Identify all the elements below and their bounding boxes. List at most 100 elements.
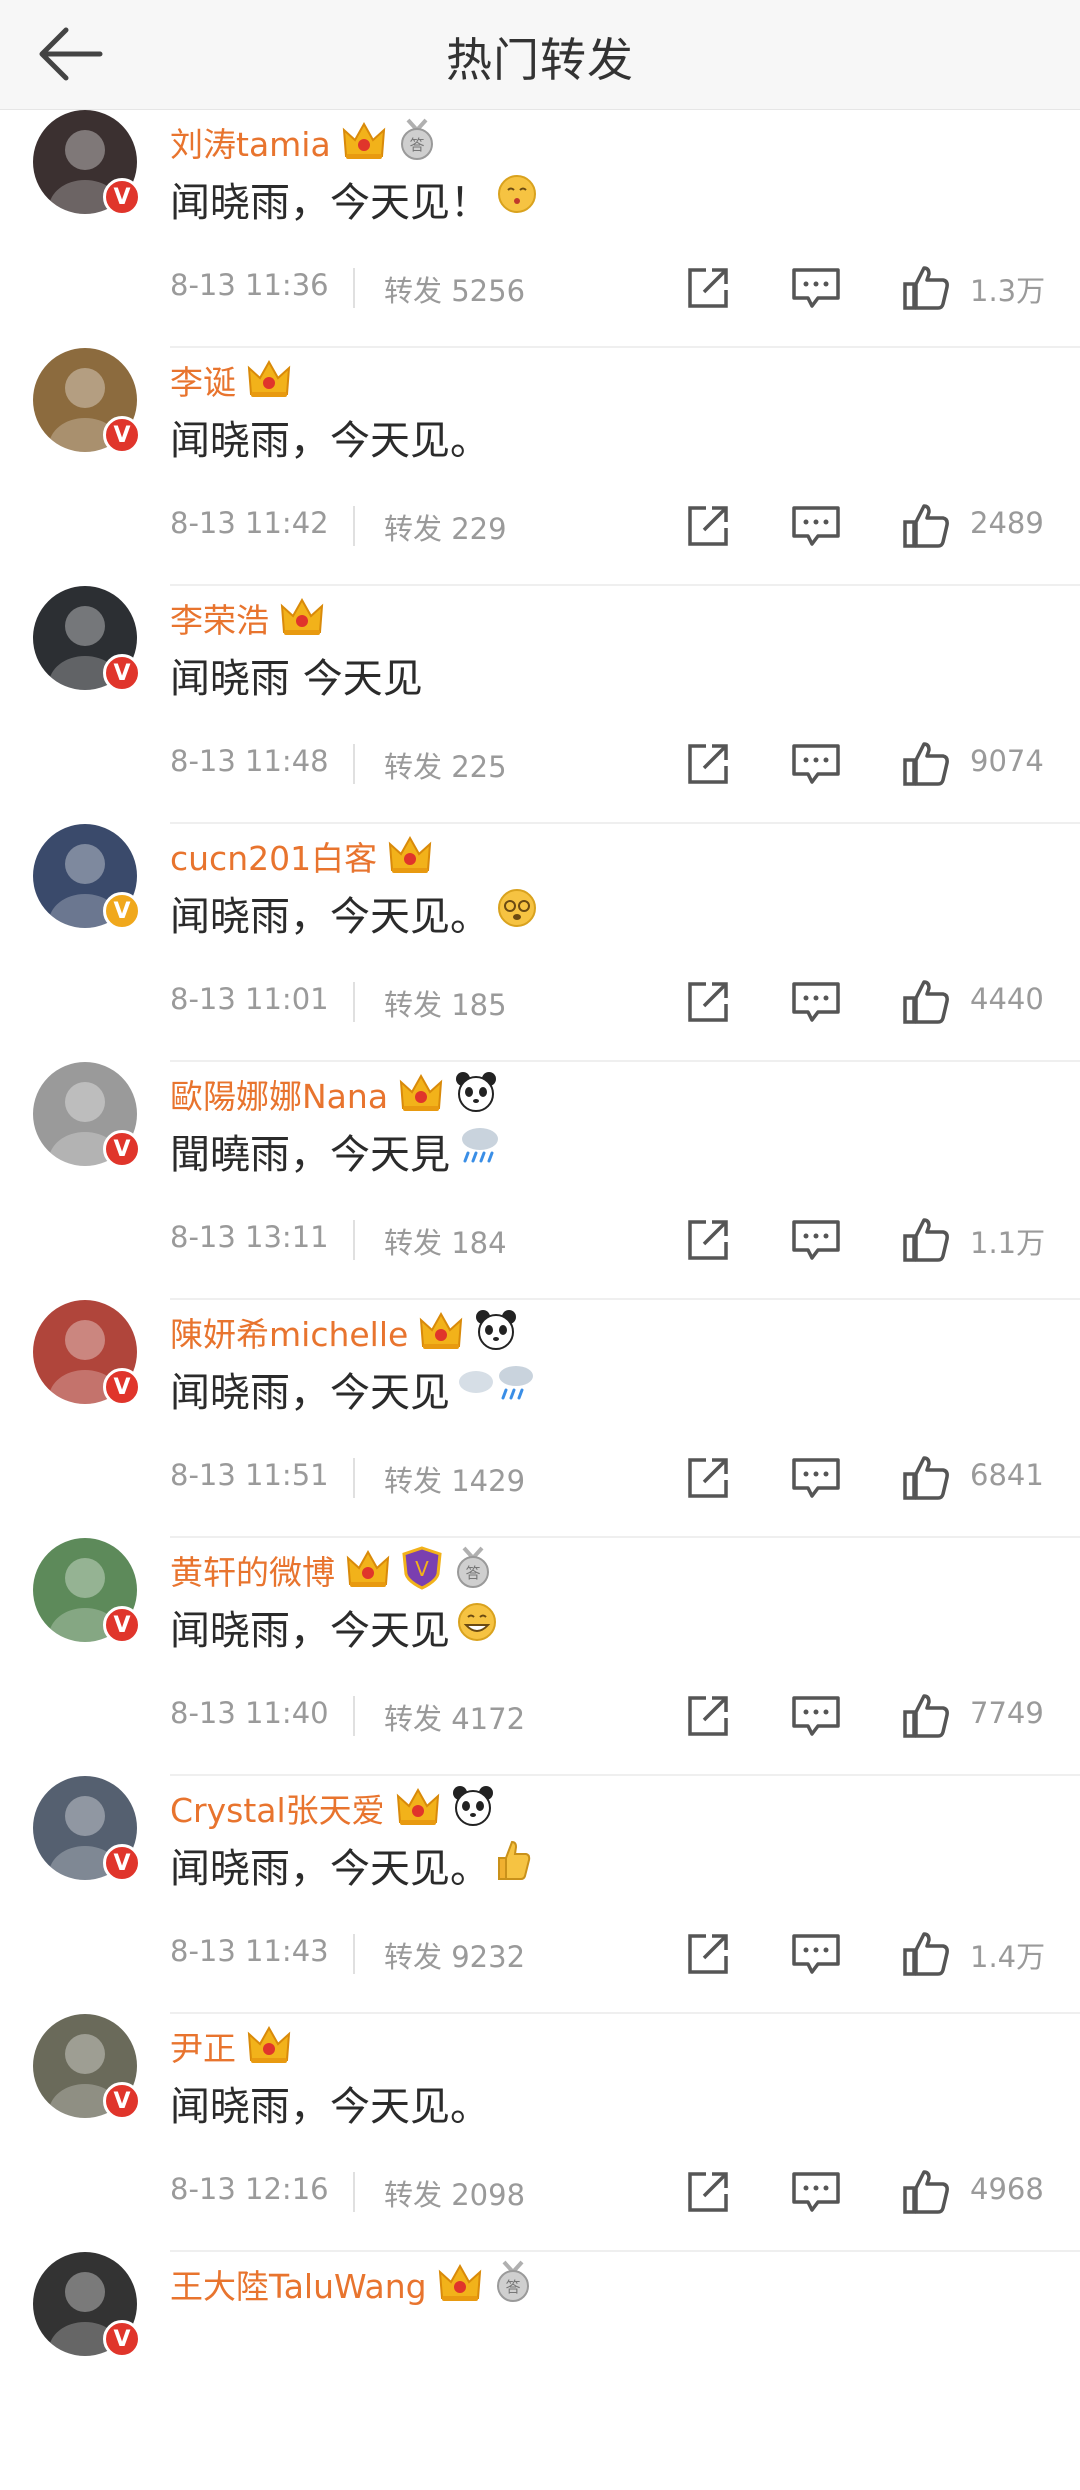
repost-item[interactable]: V Crystal张天爱 闻晓雨，今天见。 8-13 11:43 转发 9232… bbox=[33, 1776, 1080, 2014]
timestamp: 8-13 11:40 bbox=[170, 1696, 329, 1730]
share-icon bbox=[688, 1934, 728, 1974]
repost-count: 转发 4172 bbox=[384, 1702, 526, 1736]
like-count: 4440 bbox=[970, 982, 1044, 1016]
repost-text-body: 聞曉雨，今天見 bbox=[170, 1132, 450, 1178]
repost-item[interactable]: V 李诞 闻晓雨，今天见。 8-13 11:42 转发 229 2489 bbox=[33, 348, 1080, 586]
user-name[interactable]: cucn201白客 bbox=[170, 832, 377, 880]
crown-icon bbox=[246, 356, 292, 404]
avatar[interactable]: V bbox=[33, 824, 141, 930]
repost-item[interactable]: V 李荣浩 闻晓雨 今天见 8-13 11:48 转发 225 9074 bbox=[33, 586, 1080, 824]
repost-item[interactable]: V 歐陽娜娜Nana 聞曉雨，今天見 8-13 13:11 转发 184 1.1… bbox=[33, 1062, 1080, 1300]
share-button[interactable] bbox=[682, 738, 734, 794]
crown-icon bbox=[345, 1546, 391, 1594]
avatar[interactable]: V bbox=[33, 2252, 141, 2358]
share-icon bbox=[688, 2172, 728, 2212]
like-count: 9074 bbox=[970, 744, 1044, 778]
repost-item[interactable]: V 刘涛tamia 答 闻晓雨，今天见！ 8-13 11:36 转发 5256 1… bbox=[33, 110, 1080, 348]
share-button[interactable] bbox=[682, 1690, 734, 1746]
comment-button[interactable] bbox=[788, 1452, 844, 1508]
share-icon bbox=[688, 982, 728, 1022]
avatar[interactable]: V bbox=[33, 586, 141, 692]
user-name[interactable]: 王大陸TaluWang bbox=[170, 2260, 427, 2308]
like-button[interactable] bbox=[900, 2166, 952, 2222]
comment-button[interactable] bbox=[788, 1928, 844, 1984]
user-name[interactable]: 歐陽娜娜Nana bbox=[170, 1070, 388, 1118]
like-button[interactable] bbox=[900, 500, 952, 556]
repost-text: 闻晓雨，今天见。 bbox=[170, 408, 490, 466]
top-bar: 热门转发 bbox=[0, 0, 1080, 110]
user-name[interactable]: Crystal张天爱 bbox=[170, 1784, 385, 1832]
verified-badge: V bbox=[103, 2082, 141, 2120]
verified-badge: V bbox=[103, 1844, 141, 1882]
share-button[interactable] bbox=[682, 2166, 734, 2222]
avatar[interactable]: V bbox=[33, 1300, 141, 1406]
user-name[interactable]: 李荣浩 bbox=[170, 594, 269, 642]
repost-count: 转发 229 bbox=[384, 512, 507, 546]
like-count: 4968 bbox=[970, 2172, 1044, 2206]
share-button[interactable] bbox=[682, 1452, 734, 1508]
name-row: Crystal张天爱 bbox=[170, 1784, 495, 1832]
repost-count: 转发 2098 bbox=[384, 2178, 526, 2212]
avatar[interactable]: V bbox=[33, 110, 141, 216]
comment-button[interactable] bbox=[788, 262, 844, 318]
repost-item[interactable]: V 尹正 闻晓雨，今天见。 8-13 12:16 转发 2098 4968 bbox=[33, 2014, 1080, 2252]
repost-item[interactable]: V 陳妍希michelle 闻晓雨，今天见 8-13 11:51 转发 1429… bbox=[33, 1300, 1080, 1538]
repost-item[interactable]: V 黄轩的微博 V 答 闻晓雨，今天见 8-13 11:40 转发 4172 774… bbox=[33, 1538, 1080, 1776]
user-name[interactable]: 陳妍希michelle bbox=[170, 1308, 408, 1356]
kiss-emoji bbox=[496, 173, 538, 225]
repost-item[interactable]: V cucn201白客 闻晓雨，今天见。 8-13 11:01 转发 185 4… bbox=[33, 824, 1080, 1062]
repost-text: 闻晓雨，今天见 bbox=[170, 1360, 540, 1418]
verified-badge: V bbox=[103, 654, 141, 692]
like-button[interactable] bbox=[900, 1214, 952, 1270]
like-icon bbox=[903, 266, 949, 310]
share-button[interactable] bbox=[682, 1214, 734, 1270]
verified-badge: V bbox=[103, 178, 141, 216]
comment-button[interactable] bbox=[788, 1214, 844, 1270]
timestamp: 8-13 12:16 bbox=[170, 2172, 329, 2206]
crown-icon bbox=[395, 1784, 441, 1832]
repost-text-body: 闻晓雨 今天见 bbox=[170, 656, 423, 702]
comment-button[interactable] bbox=[788, 2166, 844, 2222]
medal-icon: 答 bbox=[493, 2260, 533, 2308]
repost-count: 转发 185 bbox=[384, 988, 507, 1022]
avatar[interactable]: V bbox=[33, 1062, 141, 1168]
avatar[interactable]: V bbox=[33, 2014, 141, 2120]
avatar[interactable]: V bbox=[33, 348, 141, 454]
avatar[interactable]: V bbox=[33, 1776, 141, 1882]
meta-row: 8-13 11:40 转发 4172 7749 bbox=[170, 1686, 1050, 1746]
like-icon bbox=[903, 1456, 949, 1500]
repost-item[interactable]: V 王大陸TaluWang 答 bbox=[33, 2252, 1080, 2490]
user-name[interactable]: 黄轩的微博 bbox=[170, 1546, 335, 1594]
comment-button[interactable] bbox=[788, 1690, 844, 1746]
share-button[interactable] bbox=[682, 262, 734, 318]
avatar[interactable]: V bbox=[33, 1538, 141, 1644]
verified-badge: V bbox=[103, 416, 141, 454]
like-count: 6841 bbox=[970, 1458, 1044, 1492]
share-button[interactable] bbox=[682, 976, 734, 1032]
like-button[interactable] bbox=[900, 1452, 952, 1508]
divider bbox=[353, 2172, 355, 2212]
comment-icon bbox=[792, 268, 840, 308]
repost-count: 转发 1429 bbox=[384, 1464, 526, 1498]
like-button[interactable] bbox=[900, 738, 952, 794]
share-button[interactable] bbox=[682, 500, 734, 556]
repost-count: 转发 225 bbox=[384, 750, 507, 784]
like-icon bbox=[903, 1694, 949, 1738]
share-button[interactable] bbox=[682, 1928, 734, 1984]
comment-button[interactable] bbox=[788, 976, 844, 1032]
thumb-emoji bbox=[496, 1838, 532, 1892]
comment-button[interactable] bbox=[788, 738, 844, 794]
timestamp: 8-13 11:43 bbox=[170, 1934, 329, 1968]
user-name[interactable]: 尹正 bbox=[170, 2022, 236, 2070]
like-button[interactable] bbox=[900, 1928, 952, 1984]
meta-row: 8-13 11:36 转发 5256 1.3万 bbox=[170, 258, 1050, 318]
user-name[interactable]: 李诞 bbox=[170, 356, 236, 404]
like-button[interactable] bbox=[900, 262, 952, 318]
like-button[interactable] bbox=[900, 976, 952, 1032]
user-name[interactable]: 刘涛tamia bbox=[170, 118, 331, 166]
like-button[interactable] bbox=[900, 1690, 952, 1746]
like-icon bbox=[903, 980, 949, 1024]
comment-button[interactable] bbox=[788, 500, 844, 556]
repost-text: 闻晓雨，今天见！ bbox=[170, 170, 538, 228]
name-row: 李诞 bbox=[170, 356, 292, 404]
